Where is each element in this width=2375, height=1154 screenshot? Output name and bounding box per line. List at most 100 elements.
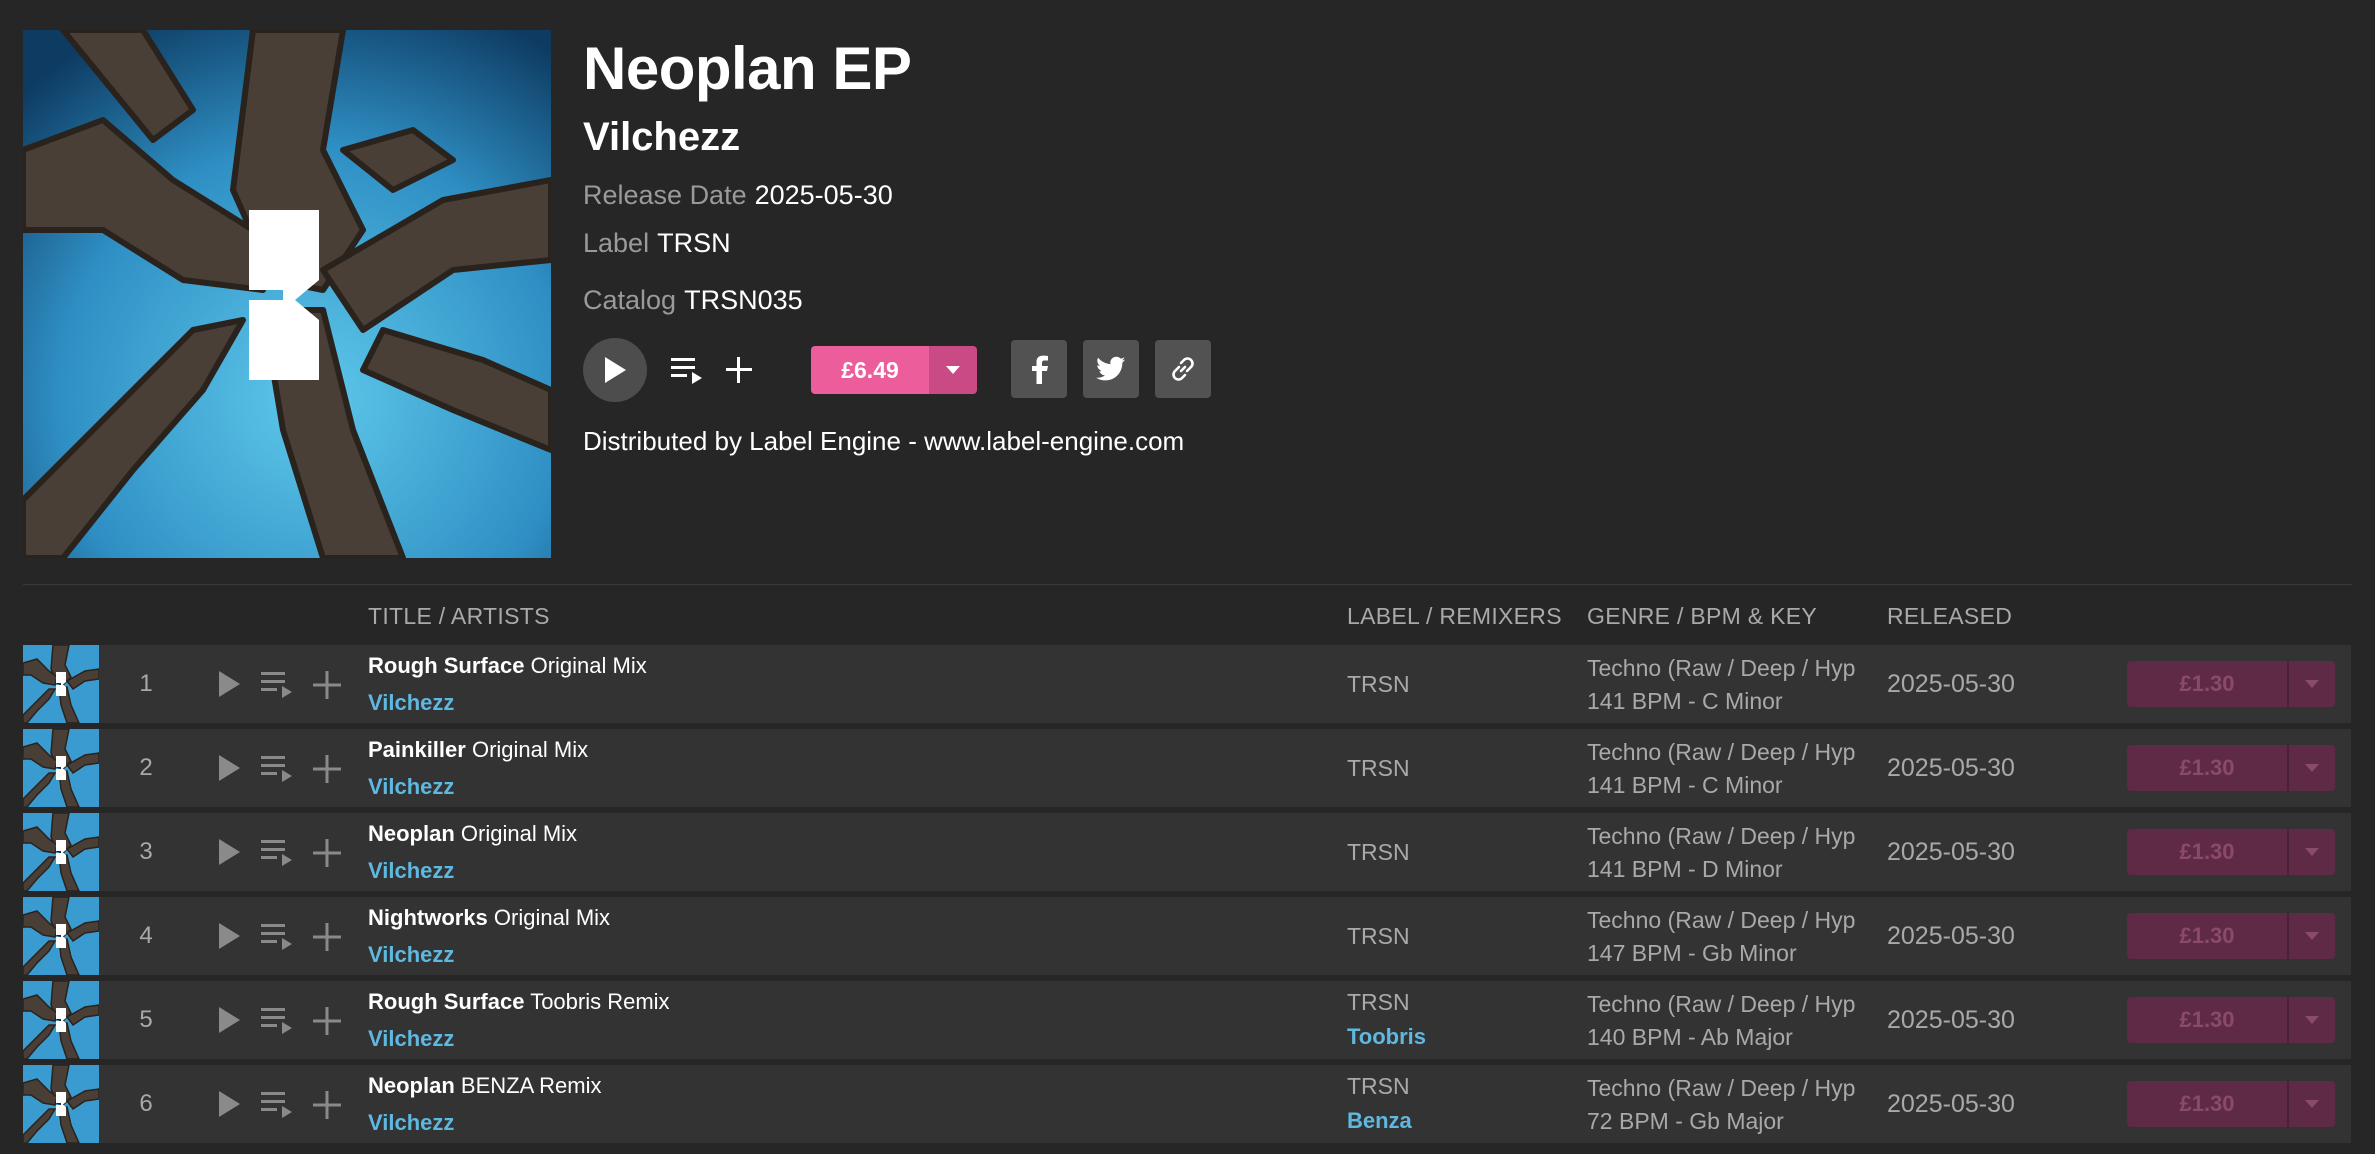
plus-icon — [313, 839, 341, 867]
play-track-button[interactable] — [213, 1005, 243, 1035]
facebook-icon — [1032, 355, 1048, 384]
track-title[interactable]: Painkiller Original Mix — [368, 737, 588, 763]
buy-release-button[interactable]: £6.49 — [811, 346, 929, 394]
buy-track-options-dropdown[interactable] — [2287, 745, 2335, 791]
buy-track-button[interactable]: £1.30 — [2127, 1081, 2287, 1127]
queue-icon — [261, 924, 292, 950]
release-actions: £6.49 — [583, 338, 1243, 402]
track-remixer[interactable]: Toobris — [1347, 1024, 1426, 1050]
track-artist[interactable]: Vilchezz — [368, 1026, 454, 1052]
caret-down-icon — [2305, 932, 2319, 940]
track-thumbnail[interactable] — [23, 729, 99, 807]
track-genre[interactable]: Techno (Raw / Deep / Hypnotic) — [1587, 823, 1857, 850]
track-title[interactable]: Nightworks Original Mix — [368, 905, 610, 931]
play-icon — [219, 671, 240, 697]
add-track-to-playlist-button[interactable] — [311, 921, 343, 953]
track-row[interactable]: 1 Rough Surface Original Mix Vilchezz TR… — [23, 645, 2351, 723]
track-row[interactable]: 6 Neoplan BENZA Remix Vilchezz TRSN Benz… — [23, 1065, 2351, 1143]
track-release-date: 2025-05-30 — [1887, 838, 2015, 866]
play-icon — [219, 923, 240, 949]
track-row[interactable]: 2 Painkiller Original Mix Vilchezz TRSN … — [23, 729, 2351, 807]
track-title[interactable]: Neoplan Original Mix — [368, 821, 577, 847]
play-track-button[interactable] — [213, 837, 243, 867]
twitter-share-button[interactable] — [1083, 340, 1139, 398]
play-release-button[interactable] — [583, 338, 647, 402]
copy-link-button[interactable] — [1155, 340, 1211, 398]
release-artist[interactable]: Vilchezz — [583, 115, 740, 160]
track-thumbnail[interactable] — [23, 645, 99, 723]
track-label[interactable]: TRSN — [1347, 729, 1410, 807]
track-mix: Original Mix — [471, 737, 589, 762]
track-label[interactable]: TRSN — [1347, 813, 1410, 891]
add-track-to-queue-button[interactable] — [259, 1005, 295, 1035]
add-track-to-playlist-button[interactable] — [311, 1005, 343, 1037]
add-to-playlist-button[interactable] — [723, 354, 755, 386]
track-label[interactable]: TRSN — [1347, 1073, 1410, 1100]
track-artist[interactable]: Vilchezz — [368, 774, 454, 800]
track-release-date: 2025-05-30 — [1887, 1006, 2015, 1034]
track-number: 4 — [139, 922, 153, 949]
buy-track-options-dropdown[interactable] — [2287, 829, 2335, 875]
add-track-to-playlist-button[interactable] — [311, 1089, 343, 1121]
track-row[interactable]: 3 Neoplan Original Mix Vilchezz TRSN Tec… — [23, 813, 2351, 891]
queue-icon — [261, 756, 292, 782]
track-title[interactable]: Rough Surface Toobris Remix — [368, 989, 670, 1015]
add-track-to-queue-button[interactable] — [259, 669, 295, 699]
release-date-row: Release Date 2025-05-30 — [583, 180, 893, 211]
track-artist[interactable]: Vilchezz — [368, 858, 454, 884]
buy-track-button[interactable]: £1.30 — [2127, 829, 2287, 875]
track-thumbnail[interactable] — [23, 981, 99, 1059]
track-label[interactable]: TRSN — [1347, 897, 1410, 975]
play-track-button[interactable] — [213, 1089, 243, 1119]
track-artist[interactable]: Vilchezz — [368, 942, 454, 968]
track-name: Rough Surface — [368, 989, 525, 1014]
track-label[interactable]: TRSN — [1347, 989, 1410, 1016]
buy-track-options-dropdown[interactable] — [2287, 661, 2335, 707]
track-genre[interactable]: Techno (Raw / Deep / Hypnotic) — [1587, 655, 1857, 682]
buy-track-button[interactable]: £1.30 — [2127, 745, 2287, 791]
track-artist[interactable]: Vilchezz — [368, 690, 454, 716]
track-mix: BENZA Remix — [460, 1073, 602, 1098]
track-bpm-key: 141 BPM - D Minor — [1587, 856, 1783, 882]
add-track-to-queue-button[interactable] — [259, 1089, 295, 1119]
facebook-share-button[interactable] — [1011, 340, 1067, 398]
track-artist[interactable]: Vilchezz — [368, 1110, 454, 1136]
add-track-to-queue-button[interactable] — [259, 921, 295, 951]
buy-track-button[interactable]: £1.30 — [2127, 661, 2287, 707]
play-track-button[interactable] — [213, 753, 243, 783]
add-track-to-queue-button[interactable] — [259, 753, 295, 783]
track-genre[interactable]: Techno (Raw / Deep / Hypnotic) — [1587, 991, 1857, 1018]
buy-track-options-dropdown[interactable] — [2287, 997, 2335, 1043]
play-track-button[interactable] — [213, 921, 243, 951]
play-icon — [219, 1091, 240, 1117]
track-number: 2 — [139, 754, 153, 781]
label-value[interactable]: TRSN — [657, 228, 731, 258]
track-label[interactable]: TRSN — [1347, 645, 1410, 723]
release-title: Neoplan EP — [583, 35, 912, 102]
buy-track-options-dropdown[interactable] — [2287, 1081, 2335, 1127]
column-header-released: RELEASED — [1887, 603, 2013, 629]
add-track-to-queue-button[interactable] — [259, 837, 295, 867]
track-genre[interactable]: Techno (Raw / Deep / Hypnotic) — [1587, 907, 1857, 934]
add-to-queue-button[interactable] — [669, 354, 705, 386]
add-track-to-playlist-button[interactable] — [311, 837, 343, 869]
track-genre[interactable]: Techno (Raw / Deep / Hypnotic) — [1587, 1075, 1857, 1102]
buy-track-button[interactable]: £1.30 — [2127, 997, 2287, 1043]
buy-track-options-dropdown[interactable] — [2287, 913, 2335, 959]
add-track-to-playlist-button[interactable] — [311, 669, 343, 701]
track-genre[interactable]: Techno (Raw / Deep / Hypnotic) — [1587, 739, 1857, 766]
buy-options-dropdown[interactable] — [929, 346, 977, 394]
track-row[interactable]: 4 Nightworks Original Mix Vilchezz TRSN … — [23, 897, 2351, 975]
play-track-button[interactable] — [213, 669, 243, 699]
track-thumbnail[interactable] — [23, 813, 99, 891]
track-row[interactable]: 5 Rough Surface Toobris Remix Vilchezz T… — [23, 981, 2351, 1059]
track-title[interactable]: Rough Surface Original Mix — [368, 653, 647, 679]
track-mix: Original Mix — [493, 905, 611, 930]
track-thumbnail[interactable] — [23, 1065, 99, 1143]
track-thumbnail[interactable] — [23, 897, 99, 975]
buy-track-button[interactable]: £1.30 — [2127, 913, 2287, 959]
track-remixer[interactable]: Benza — [1347, 1108, 1412, 1134]
track-title[interactable]: Neoplan BENZA Remix — [368, 1073, 602, 1099]
label-row: Label TRSN — [583, 228, 731, 259]
add-track-to-playlist-button[interactable] — [311, 753, 343, 785]
